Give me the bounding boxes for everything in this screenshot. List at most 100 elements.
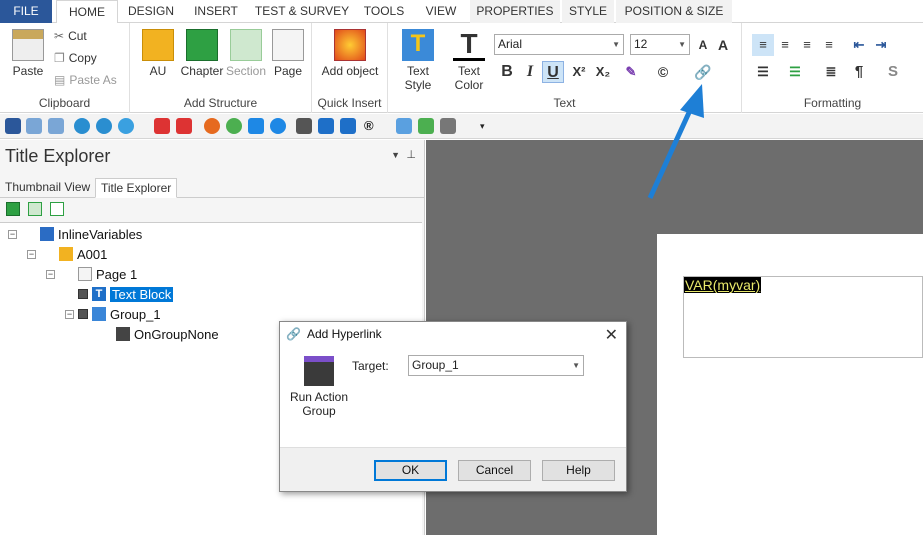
paragraph-icon[interactable]: ¶ (848, 61, 870, 83)
text-style-button[interactable]: T Text Style (392, 29, 444, 92)
tab-file[interactable]: FILE (0, 0, 52, 23)
paste-label: Paste (12, 64, 44, 78)
add-page-icon[interactable] (50, 202, 64, 216)
font-family-select[interactable]: Arial ▼ (494, 34, 624, 55)
registered-icon[interactable]: ® (364, 118, 380, 134)
text-color-label: Text Color (454, 64, 484, 92)
tree-node-label: Text Block (110, 286, 174, 302)
font-size-select[interactable]: 12 ▼ (630, 34, 690, 55)
group-icon (92, 307, 106, 321)
variable-text[interactable]: VAR(myvar) (684, 277, 762, 293)
au-button[interactable]: AU (138, 29, 178, 78)
underline-button[interactable]: U (542, 61, 564, 83)
publish-icon[interactable] (74, 118, 90, 134)
section-button[interactable]: Section (226, 29, 266, 78)
collapse-icon[interactable]: − (65, 310, 74, 319)
tab-position-size[interactable]: POSITION & SIZE (616, 0, 732, 23)
tab-tools[interactable]: TOOLS (358, 0, 410, 23)
panel-menu-icon[interactable]: ▼ (391, 150, 400, 160)
spell-check-icon[interactable]: ✎ (620, 61, 642, 83)
run-action-label: Run Action Group (289, 390, 349, 418)
paste-as-label: Paste As (69, 73, 117, 87)
text-block-frame[interactable]: VAR(myvar) (683, 276, 923, 358)
tab-view[interactable]: VIEW (416, 0, 466, 23)
target-value: Group_1 (412, 358, 459, 372)
globe-icon[interactable] (118, 118, 134, 134)
tree-node-label: A001 (77, 246, 108, 262)
italic-button[interactable]: I (519, 61, 541, 83)
run-action-group-button[interactable]: Run Action Group (288, 356, 350, 418)
chapter-icon (186, 29, 218, 61)
cut-button[interactable]: ✂ Cut (54, 29, 87, 43)
help-button[interactable]: Help (542, 460, 615, 481)
tree-node-action[interactable]: OnGroupNone (116, 324, 219, 344)
text-color-button[interactable]: T Text Color (448, 29, 490, 92)
toolbox-icon[interactable] (176, 118, 192, 134)
add-item-icon[interactable] (6, 202, 20, 216)
tab-insert[interactable]: INSERT (186, 0, 246, 23)
collapse-icon[interactable]: − (46, 270, 55, 279)
paste-as-button[interactable]: ▤ Paste As (54, 73, 117, 87)
screen-icon[interactable] (440, 118, 456, 134)
tab-home[interactable]: HOME (56, 0, 118, 24)
save-icon[interactable] (5, 118, 21, 134)
ok-button[interactable]: OK (374, 460, 447, 481)
paste-button[interactable]: Paste (8, 29, 48, 78)
ribbon-tabs: FILE HOME DESIGN INSERT TEST & SURVEY TO… (0, 0, 923, 24)
line-spacing-icon[interactable]: ≣ (820, 61, 842, 83)
tab-test-survey[interactable]: TEST & SURVEY (252, 0, 352, 23)
tree-node-text-block[interactable]: T Text Block (78, 284, 174, 304)
collapse-icon[interactable]: − (27, 250, 36, 259)
target-select[interactable]: Group_1 ▼ (408, 355, 584, 376)
copy-button[interactable]: ❐ Copy (54, 51, 97, 65)
tree-node-page[interactable]: Page 1 (78, 264, 137, 284)
var-icon[interactable] (154, 118, 170, 134)
film-icon[interactable] (296, 118, 312, 134)
chrome-icon[interactable] (226, 118, 242, 134)
text-block-icon[interactable] (340, 118, 356, 134)
collapse-icon[interactable]: − (8, 230, 17, 239)
align-center-icon[interactable]: ≡ (774, 34, 796, 56)
shrink-font-button[interactable]: A (712, 34, 734, 56)
tree-node-title[interactable]: InlineVariables (40, 224, 142, 244)
chapter-button[interactable]: Chapter (180, 29, 224, 78)
au-label: AU (149, 64, 167, 78)
ie-icon[interactable] (270, 118, 286, 134)
bold-button[interactable]: B (496, 61, 518, 83)
edge-icon[interactable] (248, 118, 264, 134)
tree-node-group[interactable]: Group_1 (78, 304, 161, 324)
firefox-icon[interactable] (204, 118, 220, 134)
justify-icon[interactable]: ≡ (818, 34, 840, 56)
add-structure-group-label: Add Structure (183, 96, 258, 110)
group-quick-insert: Add object Quick Insert (312, 23, 388, 113)
close-icon[interactable]: ✕ (605, 325, 618, 345)
refresh-icon[interactable] (96, 118, 112, 134)
align-right-icon[interactable]: ≡ (796, 34, 818, 56)
image-icon[interactable] (318, 118, 334, 134)
pin-icon[interactable]: ⊥ (406, 148, 416, 161)
tab-design[interactable]: DESIGN (122, 0, 180, 23)
superscript-button[interactable]: X² (568, 61, 590, 83)
tab-thumbnail-view[interactable]: Thumbnail View (0, 178, 95, 198)
tab-properties[interactable]: PROPERTIES (470, 0, 560, 23)
tab-style[interactable]: STYLE (562, 0, 614, 23)
subscript-button[interactable]: X₂ (592, 61, 614, 83)
grow-font-button[interactable]: A (692, 34, 714, 56)
increase-indent-icon[interactable]: ⇥ (870, 34, 892, 56)
tab-title-explorer[interactable]: Title Explorer (95, 178, 178, 198)
strikethrough-icon[interactable]: S (882, 61, 904, 83)
page-button[interactable]: Page (268, 29, 308, 78)
redo-icon[interactable] (48, 118, 64, 134)
undo-icon[interactable] (26, 118, 42, 134)
cancel-button[interactable]: Cancel (458, 460, 531, 481)
customize-icon[interactable]: ▾ (480, 118, 496, 134)
comment-icon[interactable] (418, 118, 434, 134)
numbered-list-icon[interactable]: ☰ (784, 61, 806, 83)
tree-node-au[interactable]: A001 (59, 244, 107, 264)
align-left-icon[interactable]: ≡ (752, 34, 774, 56)
add-child-icon[interactable] (28, 202, 42, 216)
select-icon[interactable] (396, 118, 412, 134)
add-object-button[interactable]: Add object (318, 29, 382, 78)
decrease-indent-icon[interactable]: ⇤ (848, 34, 870, 56)
bullet-list-icon[interactable]: ☰ (752, 61, 774, 83)
